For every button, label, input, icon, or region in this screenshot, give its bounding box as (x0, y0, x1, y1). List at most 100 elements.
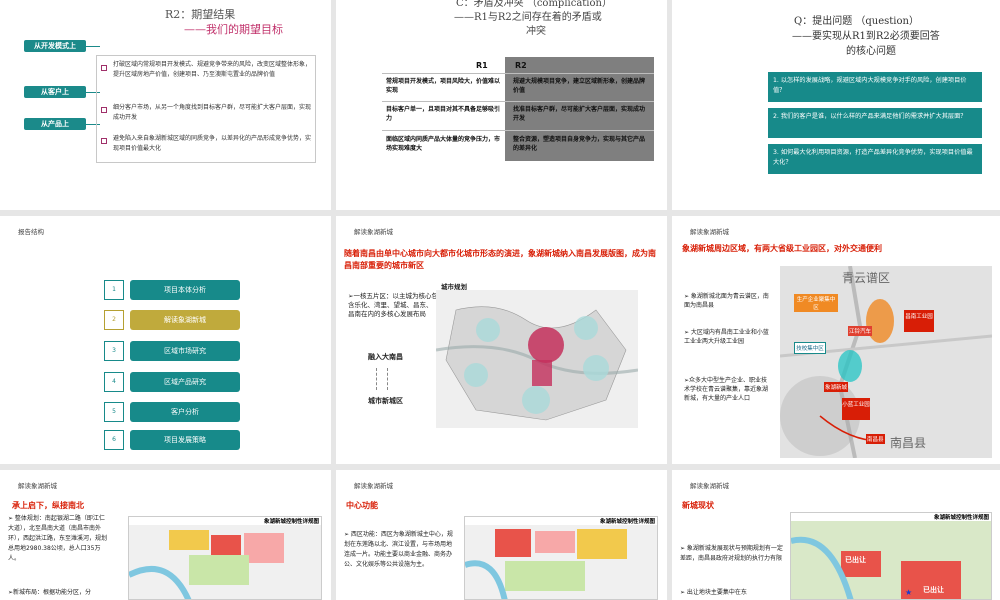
bullet-icon (101, 107, 107, 113)
map-title: 象湖新城控制性详规图 (465, 517, 657, 525)
slide-header: 解读象湖新城 (690, 228, 729, 236)
slide-headline: 中心功能 (346, 501, 378, 510)
label-new-district: 城市新城区 (368, 397, 403, 405)
slide-thumbnail-8[interactable]: 解读象湖新城 中心功能 ➢ 西区功能：西区为象湖新城主中心，规划在东莲路以北、滨… (336, 470, 667, 600)
city-plan-map-graphic (436, 306, 638, 421)
body-text: ➢ 象湖新城发展现状与预期规划有一定差距，南昌县政府对规划的执行力有限 (680, 545, 783, 562)
body-text: ➢ 西区功能：西区为象湖新城主中心，规划在东莲路以北、滨江设置，与市场用地连成一… (344, 531, 453, 568)
body-text: ➢ 大区域内有昌南工业业和小蓝工业业两大升级工业园 (684, 329, 769, 345)
map-label: 象湖新城 (824, 382, 849, 392)
question-box: 2. 我们的客户是谁，以什么样的产品来满足他们的需求并扩大其层面？ (768, 108, 982, 138)
slide-subtitle: ——R1与R2之间存在着的矛盾或 (454, 12, 602, 23)
slide-headline: 承上启下，纵接南北 (12, 501, 84, 510)
question-box: 3. 如何最大化利用项目资源，打造产品差异化竞争优势，实现项目价值最大化？ (768, 144, 982, 174)
body-text: ➢一核五片区：以主城为核心包含乐化、湾里、望城、昌东、昌南在内的多核心发展布局 (348, 292, 438, 318)
map-text: 青云谱区 (842, 271, 891, 285)
plan-map: 象湖新城控制性详规图 (464, 516, 658, 600)
goal-item: 细分客户市场，从另一个角度找到目标客户群，尽可能扩大客户层面，实现成功开发 (113, 104, 312, 121)
body-text: ➢ 出让地块主要集中在东 (680, 589, 747, 596)
body-text: ➢ 整体规划：南起银湖二路（即江仁大道），北至昌南大道（南昌市南外环），西起洪江… (8, 515, 108, 562)
map-label: 江铃汽车 (848, 326, 873, 336)
divider (382, 73, 654, 74)
slide-thumbnail-3[interactable]: Q：提出问题 （question） ——要实现从R1到R2必须要回答 的核心问题… (672, 0, 1000, 210)
outline-label: 区域市场研究 (130, 341, 240, 361)
svg-text:★: ★ (905, 588, 912, 597)
slide-thumbnail-1[interactable]: R2：期望结果 ——我们的期望目标 从开发模式上 从客户上 从产品上 打破区域内… (0, 0, 331, 210)
label-integrate: 融入大南昌 (368, 353, 403, 361)
outline-number: 5 (104, 402, 124, 422)
r1-cell: 面临区域内同质产品大体量的竞争压力，市场实现难度大 (386, 136, 501, 152)
plan-map: 象湖新城控制性详规图 ★ 已出让 已出让 (790, 512, 992, 600)
body-text: ➢ 象湖新城北面为青云谱区，南面为南昌县 (684, 293, 769, 309)
slide-subtitle: ——要实现从R1到R2必须要回答 (792, 31, 940, 42)
r2-cell: 找准目标客户群，尽可能扩大客户层面，实现成功开发 (513, 106, 646, 122)
map-label: 技校集中区 (794, 342, 826, 354)
r1-cell: 目标客户单一，且项目对其不具备足够吸引力 (386, 106, 501, 122)
map-title: 象湖新城控制性详规图 (129, 517, 321, 525)
tag-product: 从产品上 (24, 118, 86, 130)
region-map: 青云谱区 生产企业聚集中区 技校集中区 江铃汽车 昌南工业园 小蓝工业园 象湖新… (780, 266, 992, 458)
goal-item: 避免陷入来自象湖新城区域的同质竞争，以差异化的产品形成竞争优势，实现项目价值最大… (113, 135, 312, 152)
plan-map: 象湖新城控制性详规图 (128, 516, 322, 600)
r2-cell: 规避大规模项目竞争，建立区域新形象，创建品牌价值 (513, 78, 646, 94)
outline-label: 客户分析 (130, 402, 240, 422)
sold-label: 已出让 (923, 586, 944, 594)
map-label: 昌南工业园 (904, 310, 934, 332)
slide-header: 解读象湖新城 (18, 482, 57, 490)
divider (382, 101, 654, 102)
body-text: ➢新城布局：根据功能分区，分 (8, 589, 92, 596)
tag-customer: 从客户上 (24, 86, 86, 98)
comparison-table: R1 常规项目开发模式，项目风险大，价值难以实现 目标客户单一，且项目对其不具备… (382, 57, 654, 161)
outline-number: 3 (104, 341, 124, 361)
body-text: ➢众多大中型生产企业、职业技术学校在青云谱聚集，靠近象湖新城，有大量的产业人口 (684, 377, 769, 402)
goal-list: 打破区域内常规项目开发模式、规避竞争带来的风险，改变区域整体形象，提升区域房地产… (96, 55, 316, 163)
slide-headline: 随着南昌由单中心城市向大都市化城市形态的演进，象湖新城纳入南昌发展版图，成为南昌… (344, 249, 656, 270)
city-plan-map (436, 290, 638, 428)
slide-thumbnail-6[interactable]: 解读象湖新城 象湖新城周边区域，有两大省级工业园区，对外交通便利 ➢ 象湖新城北… (672, 216, 1000, 464)
map-text: 南昌县 (890, 436, 927, 450)
connector-line (86, 46, 100, 47)
tag-development-mode: 从开发模式上 (24, 40, 86, 52)
slide-thumbnail-5[interactable]: 解读象湖新城 随着南昌由单中心城市向大都市化城市形态的演进，象湖新城纳入南昌发展… (336, 216, 667, 464)
slide-headline: 象湖新城周边区域，有两大省级工业园区，对外交通便利 (682, 244, 882, 253)
arrow-icon (376, 368, 388, 390)
outline-number: 6 (104, 430, 124, 450)
slide-thumbnail-7[interactable]: 解读象湖新城 承上启下，纵接南北 ➢ 整体规划：南起银湖二路（即江仁大道），北至… (0, 470, 331, 600)
slide-headline: 新城现状 (682, 501, 714, 510)
map-label: 生产企业聚集中区 (794, 294, 838, 312)
map-label: 小蓝工业园 (842, 398, 870, 420)
slide-thumbnail-9[interactable]: 解读象湖新城 新城现状 ➢ 象湖新城发展现状与预期规划有一定差距，南昌县政府对规… (672, 470, 1000, 600)
outline-label: 项目发展策略 (130, 430, 240, 450)
slide-thumbnail-4[interactable]: 报告结构 1 项目本体分析 2 解读象湖新城 3 区域市场研究 4 区域产品研究… (0, 216, 331, 464)
outline-label: 项目本体分析 (130, 280, 240, 300)
plan-map-graphic (465, 529, 627, 599)
outline-label: 解读象湖新城 (130, 310, 240, 330)
slide-thumbnail-2[interactable]: C：矛盾及冲突 （complication） ——R1与R2之间存在着的矛盾或 … (336, 0, 667, 210)
map-label: 南昌县 (866, 434, 885, 444)
goal-item: 打破区域内常规项目开发模式、规避竞争带来的风险，改变区域整体形象，提升区域房地产… (113, 61, 312, 78)
slide-subtitle-cont: 的核心问题 (846, 46, 896, 57)
plan-map-graphic: ★ (791, 521, 991, 599)
plan-map-graphic (129, 530, 284, 599)
question-box: 1. 以怎样的发展战略，规避区域内大规模竞争对手的风险，创建项目价值？ (768, 72, 982, 102)
r1-header: R1 (476, 61, 488, 70)
bullet-icon (101, 138, 107, 144)
sold-label: 已出让 (845, 556, 866, 564)
r2-header: R2 (515, 61, 527, 70)
outline-label: 区域产品研究 (130, 372, 240, 392)
divider (382, 130, 654, 131)
outline-number: 1 (104, 280, 124, 300)
slide-subtitle-cont: 冲突 (526, 26, 546, 37)
slide-subtitle: ——我们的期望目标 (184, 23, 283, 36)
slide-title: Q：提出问题 （question） (794, 16, 919, 27)
r2-cell: 整合资源，塑造项目自身竞争力，实现与其它产品的差异化 (513, 136, 646, 152)
slide-header: 解读象湖新城 (354, 228, 393, 236)
slide-title: R2：期望结果 (165, 8, 236, 21)
slide-header: 解读象湖新城 (690, 482, 729, 490)
slide-header: 解读象湖新城 (354, 482, 393, 490)
outline-number: 4 (104, 372, 124, 392)
slide-header: 报告结构 (18, 228, 44, 236)
map-title: 象湖新城控制性详规图 (791, 513, 991, 521)
bullet-icon (101, 65, 107, 71)
outline-number: 2 (104, 310, 124, 330)
